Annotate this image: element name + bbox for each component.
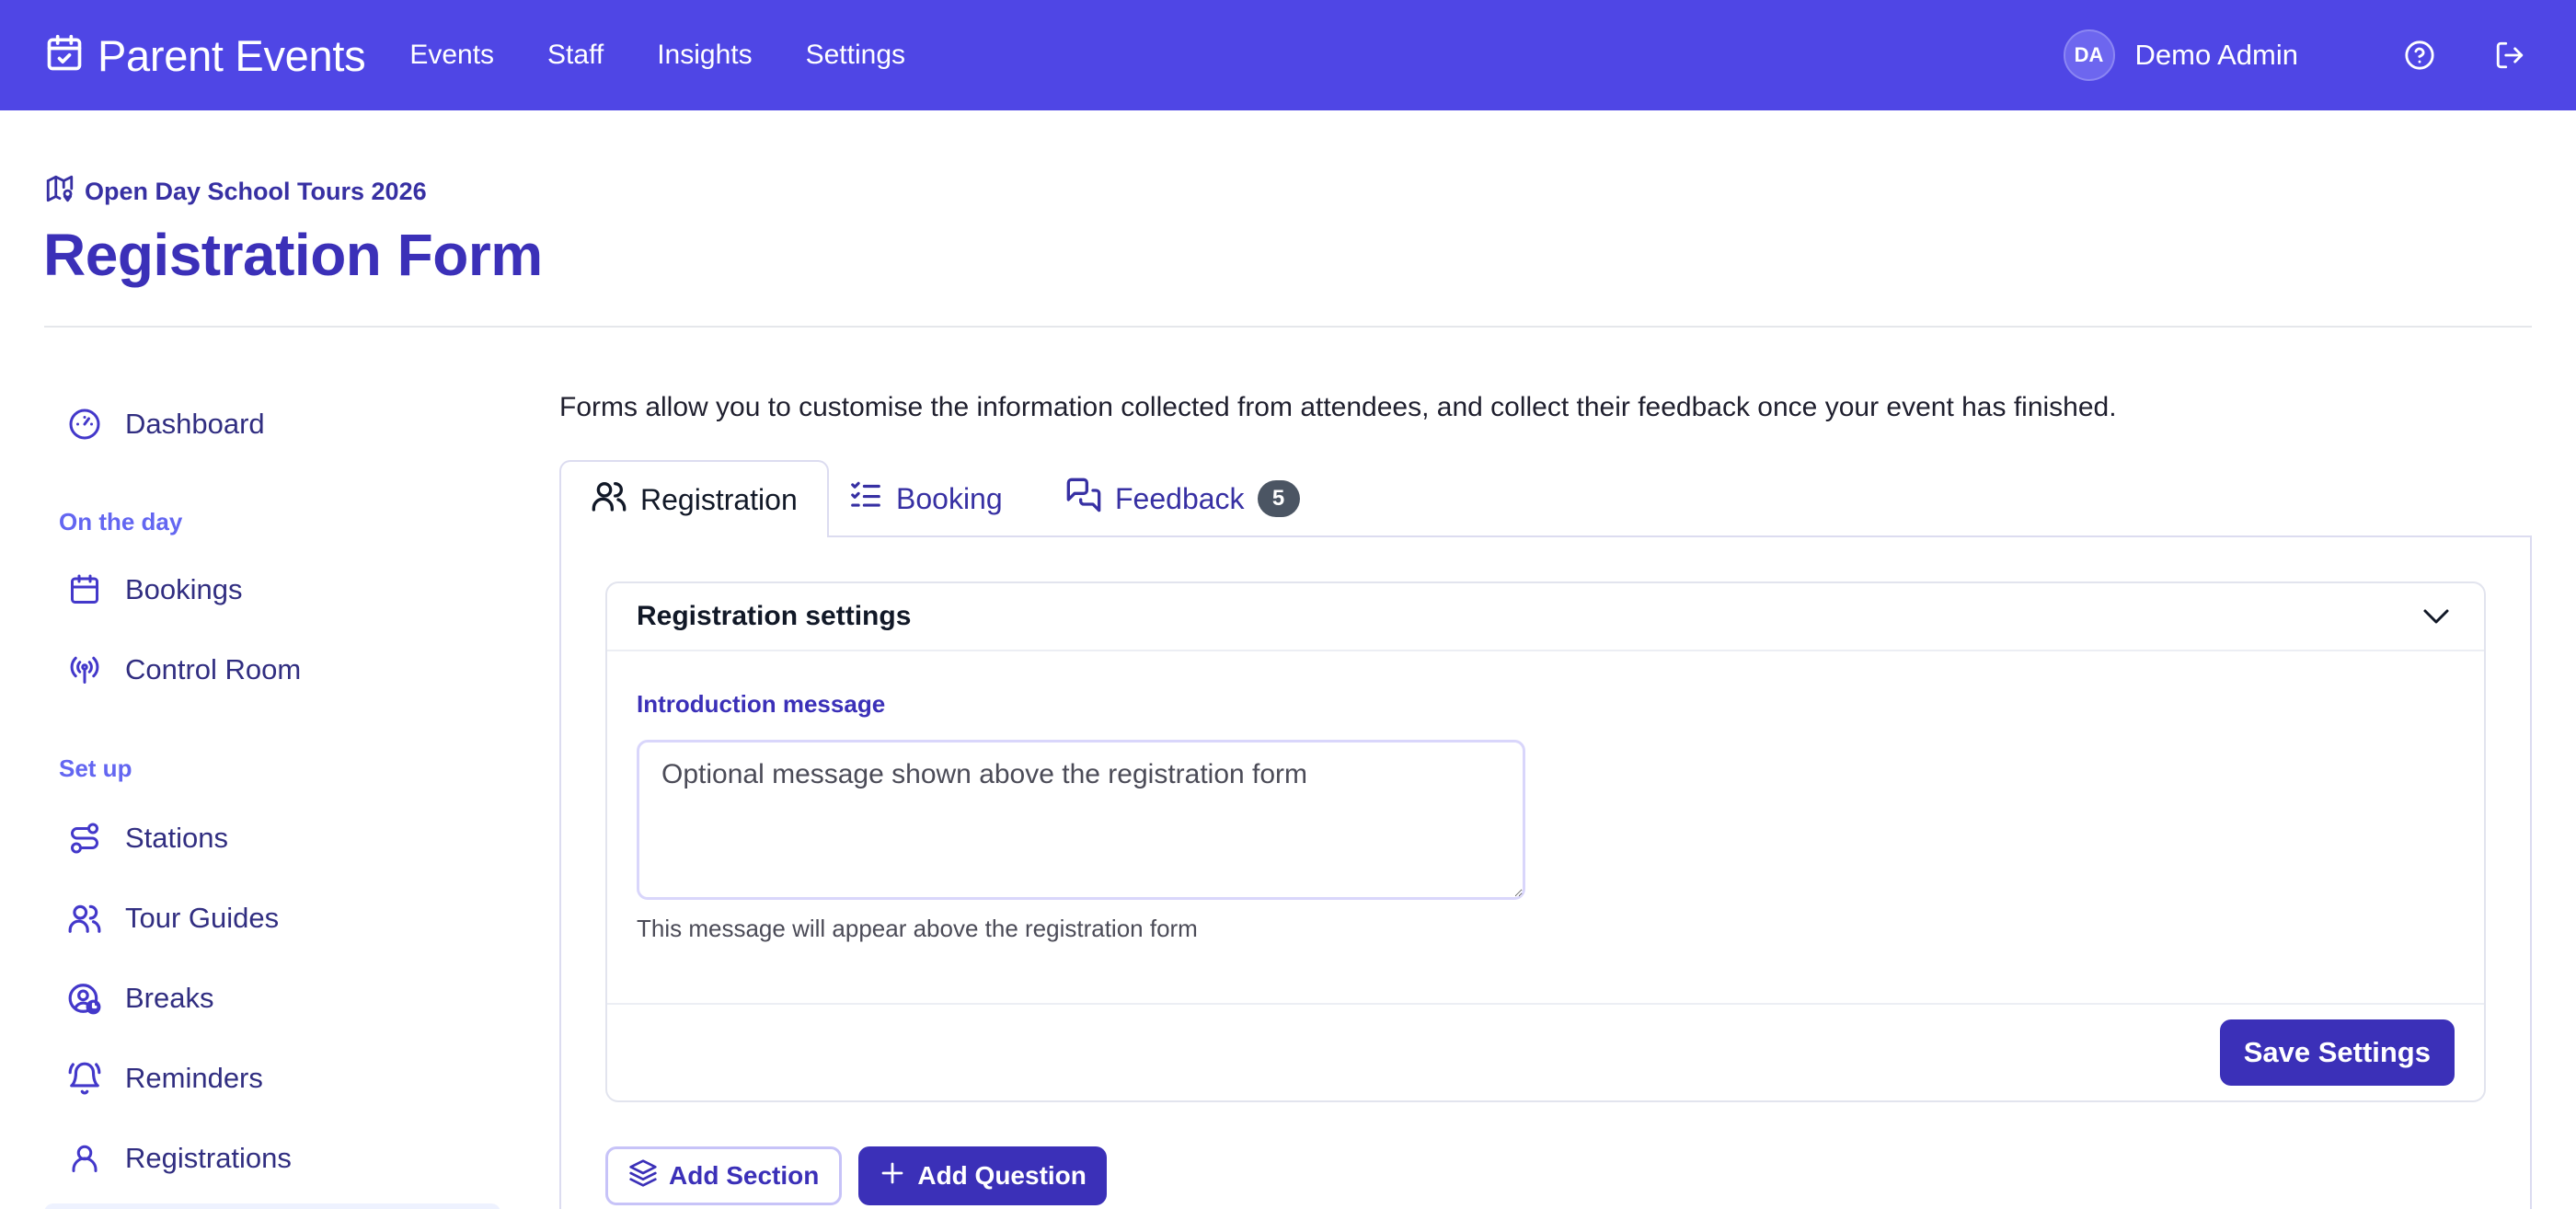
sidebar-active-item[interactable] bbox=[44, 1203, 500, 1209]
map-pin-icon bbox=[44, 173, 75, 211]
brand-link[interactable]: Parent Events bbox=[44, 30, 366, 81]
messages-icon bbox=[1065, 477, 1102, 521]
forms-intro-text: Forms allow you to customise the informa… bbox=[559, 392, 2117, 422]
card-footer: Save Settings bbox=[607, 1003, 2484, 1102]
user-icon bbox=[66, 1140, 103, 1177]
users-icon bbox=[591, 478, 627, 522]
page-title: Registration Form bbox=[43, 222, 543, 288]
card-title: Registration settings bbox=[637, 601, 912, 631]
calendar-icon bbox=[66, 571, 103, 608]
event-name: Open Day School Tours 2026 bbox=[85, 178, 427, 205]
intro-message-field[interactable] bbox=[637, 740, 1525, 900]
sidebar-item-bookings[interactable]: Bookings bbox=[44, 561, 243, 618]
sidebar-item-label: Reminders bbox=[125, 1062, 263, 1094]
user-area: DA Demo Admin bbox=[2063, 29, 2532, 81]
sidebar-item-reminders[interactable]: Reminders bbox=[44, 1050, 263, 1107]
sidebar-item-dashboard[interactable]: Dashboard bbox=[44, 396, 265, 453]
sidebar-item-label: Breaks bbox=[125, 982, 214, 1014]
event-breadcrumb[interactable]: Open Day School Tours 2026 bbox=[44, 173, 427, 211]
gauge-icon bbox=[66, 406, 103, 443]
help-circle-icon[interactable] bbox=[2398, 33, 2442, 77]
nav-settings[interactable]: Settings bbox=[806, 40, 905, 71]
registration-settings-card: Registration settings Introduction messa… bbox=[605, 581, 2486, 1102]
broadcast-icon bbox=[66, 651, 103, 688]
sidebar-section-on-the-day: On the day bbox=[59, 508, 183, 535]
sidebar-item-control-room[interactable]: Control Room bbox=[44, 641, 301, 698]
feedback-count-badge: 5 bbox=[1257, 480, 1300, 517]
add-question-button[interactable]: Add Question bbox=[858, 1146, 1107, 1205]
nav-events[interactable]: Events bbox=[409, 40, 494, 71]
chevron-down-icon[interactable] bbox=[2418, 598, 2455, 635]
tab-registration[interactable]: Registration bbox=[559, 460, 829, 537]
card-header[interactable]: Registration settings bbox=[607, 583, 2484, 651]
bell-ring-icon bbox=[66, 1060, 103, 1097]
intro-message-help: This message will appear above the regis… bbox=[637, 915, 1198, 942]
form-actions: Add Section Add Question bbox=[605, 1146, 1107, 1205]
tab-booking[interactable]: Booking bbox=[819, 460, 1032, 537]
sidebar-section-set-up: Set up bbox=[59, 754, 132, 782]
main-nav: Events Staff Insights Settings bbox=[409, 40, 905, 71]
plus-icon bbox=[879, 1159, 906, 1193]
calendar-check-icon bbox=[44, 33, 85, 78]
tab-label: Booking bbox=[896, 481, 1003, 515]
tab-label: Registration bbox=[640, 482, 798, 516]
sidebar-item-label: Registrations bbox=[125, 1142, 292, 1174]
tab-label: Feedback bbox=[1115, 481, 1245, 515]
avatar[interactable]: DA bbox=[2063, 29, 2115, 81]
top-navbar: Parent Events Events Staff Insights Sett… bbox=[0, 0, 2576, 110]
users-icon bbox=[66, 900, 103, 937]
sidebar-item-label: Stations bbox=[125, 822, 229, 854]
form-tabs: Registration Booking Feedback 5 bbox=[559, 460, 2532, 537]
save-settings-button[interactable]: Save Settings bbox=[2219, 1019, 2455, 1086]
intro-message-label: Introduction message bbox=[637, 690, 886, 718]
nav-staff[interactable]: Staff bbox=[547, 40, 604, 71]
sidebar-item-registrations[interactable]: Registrations bbox=[44, 1130, 292, 1187]
user-name[interactable]: Demo Admin bbox=[2135, 39, 2298, 72]
sidebar-item-label: Bookings bbox=[125, 573, 243, 605]
sidebar-item-tour-guides[interactable]: Tour Guides bbox=[44, 890, 279, 947]
brand-name: Parent Events bbox=[98, 30, 366, 80]
sidebar-item-label: Dashboard bbox=[125, 408, 265, 440]
route-icon bbox=[66, 820, 103, 857]
nav-insights[interactable]: Insights bbox=[657, 40, 752, 71]
sidebar-item-breaks[interactable]: Breaks bbox=[44, 970, 213, 1027]
header-divider bbox=[44, 326, 2532, 328]
user-clock-icon bbox=[66, 980, 103, 1017]
add-section-button[interactable]: Add Section bbox=[605, 1146, 843, 1205]
add-section-label: Add Section bbox=[669, 1161, 820, 1190]
logout-icon[interactable] bbox=[2488, 33, 2532, 77]
sidebar-item-stations[interactable]: Stations bbox=[44, 810, 228, 867]
sidebar-item-label: Tour Guides bbox=[125, 902, 280, 934]
tab-feedback[interactable]: Feedback 5 bbox=[1036, 460, 1329, 537]
sidebar-item-label: Control Room bbox=[125, 653, 302, 685]
add-question-label: Add Question bbox=[917, 1161, 1087, 1190]
layers-icon bbox=[628, 1158, 658, 1194]
list-checks-icon bbox=[848, 478, 883, 520]
